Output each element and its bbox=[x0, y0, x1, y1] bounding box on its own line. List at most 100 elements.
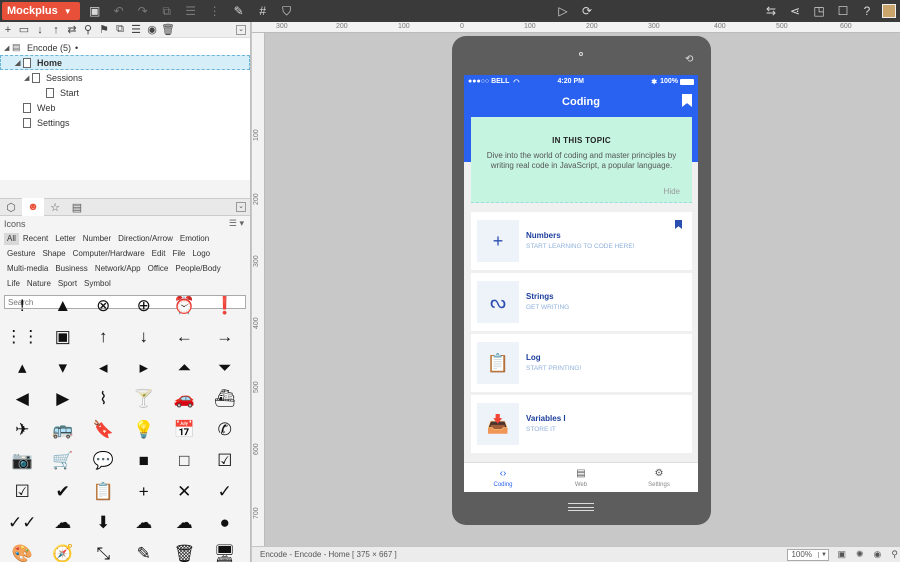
share-icon[interactable]: ⋖ bbox=[786, 2, 804, 20]
tab-settings[interactable]: ⚙ Settings bbox=[620, 463, 698, 492]
category-life[interactable]: Life bbox=[4, 278, 23, 290]
undo-icon[interactable]: ↶ bbox=[110, 2, 128, 20]
arrow-right-icon[interactable]: → bbox=[205, 321, 246, 352]
phone-icon[interactable]: ✆ bbox=[205, 414, 246, 445]
trash-icon[interactable]: 🗑 bbox=[160, 23, 176, 36]
avatar[interactable] bbox=[882, 4, 896, 18]
close-icon[interactable]: ✕ bbox=[164, 476, 205, 507]
monitor-icon[interactable]: 🖥 bbox=[205, 538, 246, 562]
bucket-icon[interactable]: ⛉ bbox=[278, 2, 296, 20]
bookmark-icon[interactable] bbox=[675, 220, 682, 229]
archive-icon[interactable]: ▣ bbox=[43, 321, 84, 352]
bulb-icon[interactable]: 💡 bbox=[124, 414, 165, 445]
camera-icon[interactable]: 📷 bbox=[2, 445, 43, 476]
category-file[interactable]: File bbox=[169, 248, 188, 260]
preview-icon[interactable]: ◳ bbox=[810, 2, 828, 20]
home-button-icon[interactable] bbox=[568, 503, 594, 511]
tree-item-web[interactable]: Web bbox=[0, 100, 250, 115]
copy-icon[interactable]: ⧉ bbox=[112, 23, 128, 36]
expand-arrow-icon[interactable]: ◢ bbox=[24, 74, 32, 82]
search-icon[interactable]: ⚲ bbox=[80, 23, 96, 36]
category-emotion[interactable]: Emotion bbox=[177, 233, 212, 245]
category-multi-media[interactable]: Multi-media bbox=[4, 263, 51, 275]
check-icon[interactable]: ✓ bbox=[205, 476, 246, 507]
add-folder-icon[interactable]: ▭ bbox=[16, 23, 32, 36]
square-filled-icon[interactable]: ■ bbox=[124, 445, 165, 476]
category-logo[interactable]: Logo bbox=[189, 248, 213, 260]
save-icon[interactable]: ▣ bbox=[86, 2, 104, 20]
flag-icon[interactable]: ⚑ bbox=[96, 23, 112, 36]
checkbox-checked-icon[interactable]: ☑ bbox=[205, 445, 246, 476]
expand-arrow-icon[interactable]: ◢ bbox=[4, 44, 12, 52]
category-direction-arrow[interactable]: Direction/Arrow bbox=[115, 233, 176, 245]
category-letter[interactable]: Letter bbox=[52, 233, 78, 245]
checkbox-icon[interactable]: ☑ bbox=[2, 476, 43, 507]
brush-icon[interactable]: ✎ bbox=[230, 2, 248, 20]
play-icon[interactable]: ▷ bbox=[554, 2, 572, 20]
cart-icon[interactable]: 🛒 bbox=[43, 445, 84, 476]
tab-components[interactable]: ⬡ bbox=[0, 198, 22, 216]
compass-icon[interactable]: 🧭 bbox=[43, 538, 84, 562]
hide-button[interactable]: Hide bbox=[664, 187, 680, 196]
bookmark-icon[interactable] bbox=[682, 94, 692, 107]
trash-icon[interactable]: 🗑 bbox=[164, 538, 205, 562]
calendar-icon[interactable]: 📅 bbox=[164, 414, 205, 445]
exclamation-icon[interactable]: ! bbox=[2, 290, 43, 321]
category-shape[interactable]: Shape bbox=[39, 248, 68, 260]
circle-right-icon[interactable]: ▶ bbox=[43, 383, 84, 414]
clipboard-icon[interactable]: 📋 bbox=[83, 476, 124, 507]
help-icon[interactable]: ? bbox=[858, 2, 876, 20]
layout-icon[interactable]: ☐ bbox=[834, 2, 852, 20]
category-gesture[interactable]: Gesture bbox=[4, 248, 38, 260]
cloud-circle-icon[interactable]: ● bbox=[205, 507, 246, 538]
collapse-icon[interactable]: ⌄ bbox=[236, 24, 246, 35]
distribute-icon[interactable]: ⋮ bbox=[206, 2, 224, 20]
category-symbol[interactable]: Symbol bbox=[81, 278, 114, 290]
tree-item-start[interactable]: Start bbox=[0, 85, 250, 100]
zoom-select[interactable]: 100% ▼ bbox=[787, 548, 830, 561]
category-edit[interactable]: Edit bbox=[149, 248, 169, 260]
plus-icon[interactable]: + bbox=[124, 476, 165, 507]
caret-right-icon[interactable]: ▸ bbox=[124, 352, 165, 383]
circle-down-icon[interactable]: ⏷ bbox=[205, 352, 246, 383]
tree-item-settings[interactable]: Settings bbox=[0, 115, 250, 130]
eye-icon[interactable]: ◉ bbox=[144, 23, 160, 36]
chat-icon[interactable]: 💬 bbox=[83, 445, 124, 476]
tab-coding[interactable]: ‹› Coding bbox=[464, 463, 542, 492]
plane-icon[interactable]: ✈ bbox=[2, 414, 43, 445]
export-icon[interactable]: ⇆ bbox=[762, 2, 780, 20]
cloud-outline-icon[interactable]: ☁ bbox=[164, 507, 205, 538]
category-nature[interactable]: Nature bbox=[24, 278, 54, 290]
lesson-card-log[interactable]: 📋 Log START PRINTING! bbox=[471, 334, 692, 392]
alarm-icon[interactable]: ⏰ bbox=[164, 290, 205, 321]
move-down-icon[interactable]: ↓ bbox=[32, 24, 48, 36]
arrow-up-icon[interactable]: ↑ bbox=[83, 321, 124, 352]
car-icon[interactable]: 🚗 bbox=[164, 383, 205, 414]
boat-icon[interactable]: ⛴ bbox=[205, 383, 246, 414]
error-icon[interactable]: ❗ bbox=[205, 290, 246, 321]
cloud-icon[interactable]: ☁ bbox=[43, 507, 84, 538]
apps-icon[interactable]: ⋮⋮ bbox=[2, 321, 43, 352]
tab-icons[interactable]: ☻ bbox=[22, 198, 44, 216]
bus-icon[interactable]: 🚌 bbox=[43, 414, 84, 445]
sync-icon[interactable]: ⟳ bbox=[578, 2, 596, 20]
lesson-card-strings[interactable]: ᔓ Strings GET WRITING bbox=[471, 273, 692, 331]
lesson-card-numbers[interactable]: + Numbers START LEARNING TO CODE HERE! bbox=[471, 212, 692, 270]
tab-web[interactable]: ▤ Web bbox=[542, 463, 620, 492]
link-icon[interactable]: ⇄ bbox=[64, 23, 80, 36]
move-up-icon[interactable]: ↑ bbox=[48, 24, 64, 36]
circle-left-icon[interactable]: ◀ bbox=[2, 383, 43, 414]
category-people-body[interactable]: People/Body bbox=[172, 263, 223, 275]
pencil-icon[interactable]: ✎ bbox=[124, 538, 165, 562]
circle-up-icon[interactable]: ⏶ bbox=[164, 352, 205, 383]
tab-templates[interactable]: ▤ bbox=[66, 198, 88, 216]
compress-icon[interactable]: ⤡ bbox=[83, 538, 124, 562]
check-circle-icon[interactable]: ✔ bbox=[43, 476, 84, 507]
app-menu-button[interactable]: Mockplus ▼ bbox=[2, 2, 80, 20]
eye-icon[interactable]: ◉ bbox=[874, 549, 882, 560]
tree-item-home[interactable]: ◢ Home bbox=[0, 55, 250, 70]
cloud-download-icon[interactable]: ⬇ bbox=[83, 507, 124, 538]
category-sport[interactable]: Sport bbox=[55, 278, 80, 290]
caret-up-icon[interactable]: ▴ bbox=[2, 352, 43, 383]
category-network-app[interactable]: Network/App bbox=[92, 263, 144, 275]
